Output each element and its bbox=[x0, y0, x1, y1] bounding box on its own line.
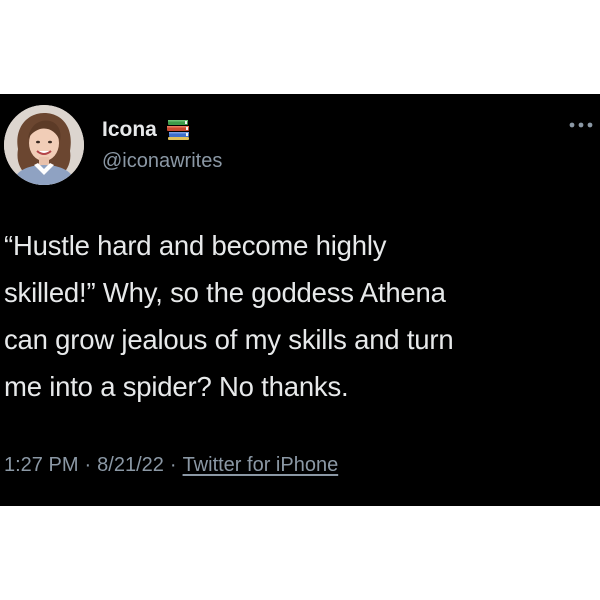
profile-photo bbox=[4, 105, 84, 185]
more-options-icon[interactable] bbox=[568, 120, 594, 130]
tweet-card: Icona @iconawrites “Hustle hard and beco… bbox=[0, 94, 600, 506]
display-name[interactable]: Icona bbox=[102, 117, 157, 143]
tweet-text-line: skilled!” Why, so the goddess Athena bbox=[4, 277, 446, 308]
tweet-time[interactable]: 1:27 PM bbox=[4, 454, 78, 476]
tweet-source-link[interactable]: Twitter for iPhone bbox=[183, 454, 339, 476]
author-name-row: Icona bbox=[102, 116, 191, 144]
tweet-meta: 1:27 PM · 8/21/22 · Twitter for iPhone bbox=[4, 452, 338, 478]
avatar[interactable] bbox=[4, 105, 84, 185]
tweet-text-line: me into a spider? No thanks. bbox=[4, 371, 349, 402]
books-icon bbox=[165, 118, 191, 142]
tweet-text-line: “Hustle hard and become highly bbox=[4, 230, 387, 261]
author-handle[interactable]: @iconawrites bbox=[102, 149, 222, 173]
tweet-date[interactable]: 8/21/22 bbox=[97, 454, 164, 476]
meta-separator: · bbox=[84, 454, 92, 476]
tweet-text-line: can grow jealous of my skills and turn bbox=[4, 324, 454, 355]
tweet-text: “Hustle hard and become highly skilled!”… bbox=[4, 222, 594, 410]
meta-separator: · bbox=[169, 454, 177, 476]
